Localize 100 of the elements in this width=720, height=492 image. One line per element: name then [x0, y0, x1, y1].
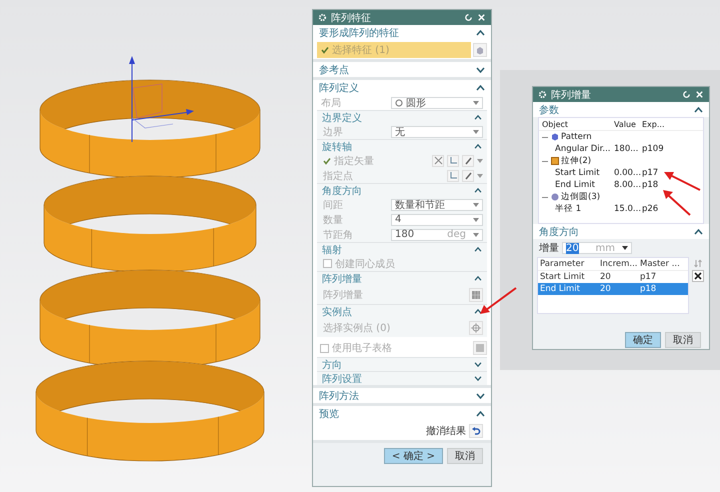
field-label: 阵列增量: [323, 288, 364, 302]
table-row[interactable]: End Limit 20 p18: [538, 283, 688, 295]
group-header[interactable]: 角度方向: [317, 183, 487, 197]
field-label: 边界: [323, 126, 343, 138]
ok-button[interactable]: 确定: [625, 332, 661, 348]
instance-point-button[interactable]: [469, 320, 483, 334]
dropdown-field[interactable]: 180 deg: [391, 228, 483, 240]
column-header: Exp...: [642, 120, 666, 128]
cancel-button[interactable]: 取消: [447, 448, 483, 464]
chevron-up-icon[interactable]: [474, 144, 482, 149]
reset-icon[interactable]: [464, 13, 473, 22]
chevron-down-icon[interactable]: [474, 362, 482, 367]
close-icon[interactable]: [695, 90, 704, 99]
chevron-up-icon[interactable]: [476, 84, 485, 90]
caret-icon: [473, 202, 479, 206]
close-icon[interactable]: [477, 13, 486, 22]
chevron-down-icon[interactable]: [474, 376, 482, 381]
delete-button[interactable]: [692, 270, 704, 282]
table-cell-text: p26: [642, 204, 660, 214]
chevron-up-icon[interactable]: [476, 410, 485, 416]
chevron-up-icon[interactable]: [474, 276, 482, 281]
field-label: 指定点: [323, 170, 354, 182]
tree-item[interactable]: End Limit: [539, 180, 614, 190]
cross-icon: [434, 156, 442, 165]
reset-icon[interactable]: [682, 90, 691, 99]
table-cell-text: p109: [642, 144, 665, 154]
chevron-up-icon[interactable]: [474, 309, 482, 314]
group-header[interactable]: 边界定义: [317, 110, 487, 124]
tree-node[interactable]: 拉伸(2): [539, 155, 614, 167]
undo-button[interactable]: [469, 424, 483, 438]
chevron-up-icon[interactable]: [474, 247, 482, 252]
group-header[interactable]: 阵列设置: [317, 371, 487, 385]
group-header[interactable]: 旋转轴: [317, 139, 487, 153]
undo-icon: [471, 426, 481, 436]
group-header[interactable]: 阵列增量: [317, 271, 487, 285]
ok-button[interactable]: < 确定 >: [384, 448, 443, 464]
chevron-up-icon[interactable]: [476, 30, 485, 36]
field-label: 布局: [321, 96, 341, 110]
group-header[interactable]: 实例点: [317, 304, 487, 318]
column-header: Object: [541, 120, 570, 128]
section-header[interactable]: 参数: [533, 102, 709, 117]
dropdown-field[interactable]: 无: [391, 126, 483, 138]
dropdown-field[interactable]: 数量和节距: [391, 198, 483, 210]
point-tool-button[interactable]: [462, 154, 474, 166]
chevron-down-icon[interactable]: [476, 66, 485, 72]
table-row[interactable]: Start Limit 20 p17: [538, 271, 688, 283]
field-label: 节距角: [323, 228, 353, 242]
section-header[interactable]: 角度方向: [533, 224, 709, 239]
vector-tool-button[interactable]: [432, 154, 444, 166]
chevron-up-icon[interactable]: [694, 106, 703, 112]
crosshair-icon: [471, 322, 481, 332]
gear-icon: [318, 13, 327, 22]
undo-label: 撤消结果: [425, 424, 466, 438]
chevron-down-icon[interactable]: [476, 392, 485, 398]
caret-icon[interactable]: [477, 174, 483, 178]
circle-icon: [395, 98, 403, 106]
caret-icon[interactable]: [477, 158, 483, 162]
caret-icon: [473, 232, 479, 236]
field-label: 间距: [323, 198, 343, 212]
point-tool-button[interactable]: [462, 170, 474, 182]
tree-node[interactable]: Pattern: [539, 132, 614, 142]
cube-icon: [475, 44, 485, 54]
tree-item[interactable]: Angular Dir...: [539, 144, 614, 154]
column-header: Value: [614, 120, 637, 128]
checkbox[interactable]: [323, 259, 332, 268]
grid-icon: [471, 290, 481, 300]
window-title: 阵列特征: [331, 12, 372, 24]
close-icon: [694, 272, 702, 280]
column-header: Increm...: [600, 259, 638, 269]
table-cell-text: p18: [642, 180, 660, 190]
column-header: Parameter: [539, 259, 586, 269]
group-header[interactable]: 方向: [317, 357, 487, 371]
axis-tool-button[interactable]: [447, 154, 459, 166]
dropdown-field[interactable]: 4: [391, 214, 483, 226]
sheet-icon: [475, 343, 485, 353]
increment-button[interactable]: [469, 288, 483, 302]
table-cell-text: 180...: [614, 144, 640, 154]
chevron-up-icon[interactable]: [474, 115, 482, 120]
increment-field[interactable]: 20 mm: [562, 242, 632, 254]
table-cell: 8.00...: [614, 180, 642, 190]
field-label: 增量: [539, 242, 559, 255]
axis-tool-button[interactable]: [447, 170, 459, 182]
annotation-arrow: [480, 287, 517, 314]
tree-node[interactable]: 边倒圆(3): [539, 191, 614, 203]
chevron-up-icon[interactable]: [694, 228, 703, 234]
gear-icon: [538, 90, 547, 99]
chevron-up-icon[interactable]: [474, 188, 482, 193]
field-label: 选择实例点 (0): [323, 322, 392, 334]
cube-icon: [551, 133, 559, 141]
caret-icon: [473, 130, 479, 134]
checkbox[interactable]: [320, 344, 329, 352]
block-icon: [551, 157, 559, 165]
dropdown-field[interactable]: 圆形: [391, 96, 483, 108]
cancel-button[interactable]: 取消: [665, 332, 701, 348]
tree-item[interactable]: Start Limit: [539, 168, 614, 178]
field-label: 数量: [323, 214, 343, 226]
rounded-solid-icon: [551, 193, 559, 201]
table-cell-text: p17: [642, 168, 660, 178]
tree-item[interactable]: 半径 1: [539, 203, 614, 215]
group-header[interactable]: 辐射: [317, 242, 487, 256]
